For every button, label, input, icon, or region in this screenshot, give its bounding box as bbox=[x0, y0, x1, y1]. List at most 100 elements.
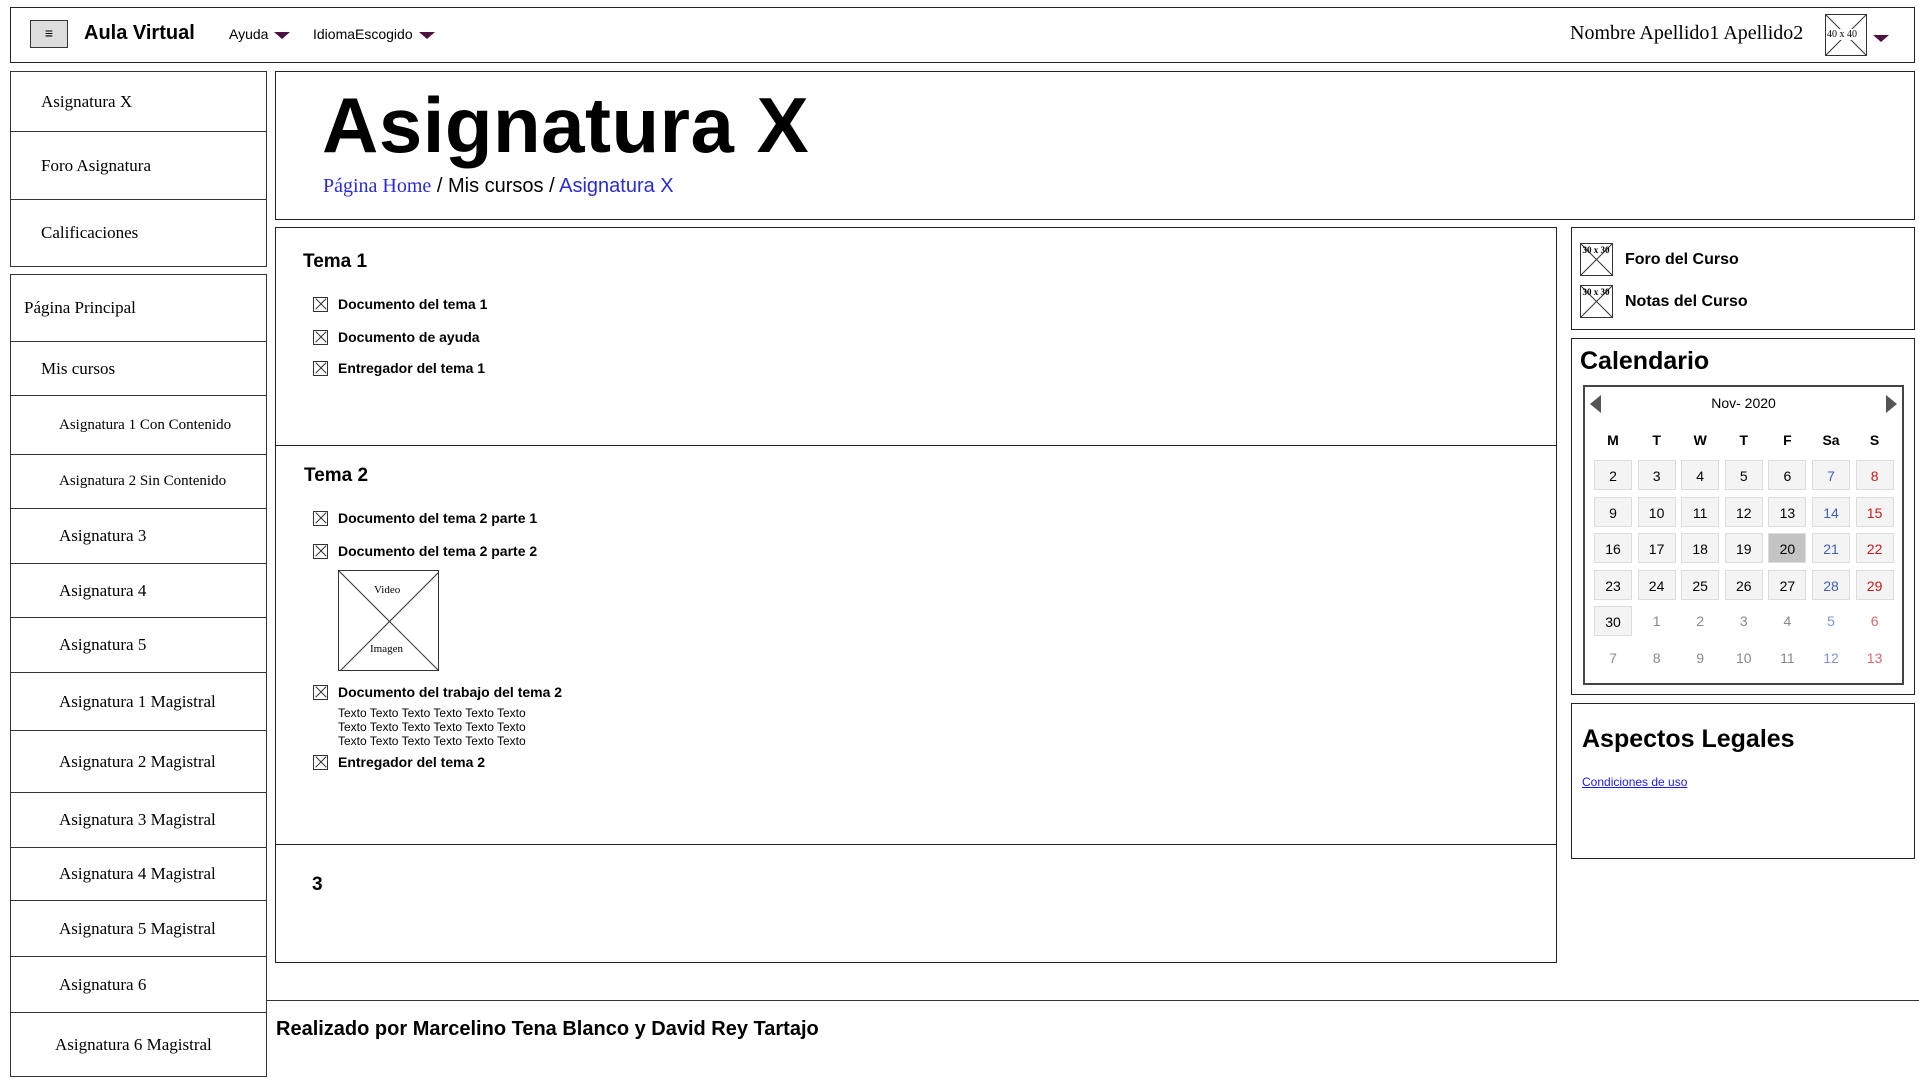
sidebar-course-item[interactable]: Asignatura 4 Magistral bbox=[10, 847, 267, 900]
calendar-day[interactable]: 3 bbox=[1637, 460, 1676, 490]
breadcrumb: Página Home / Mis cursos / Asignatura X bbox=[323, 175, 674, 198]
calendar-weekday: T bbox=[1652, 432, 1661, 448]
help-dropdown[interactable]: Ayuda bbox=[229, 26, 291, 42]
calendar-day[interactable]: 17 bbox=[1637, 533, 1676, 563]
link-label: Foro del Curso bbox=[1625, 250, 1739, 268]
calendar-day[interactable]: 19 bbox=[1724, 533, 1763, 563]
document-link[interactable]: Documento del tema 1 bbox=[313, 296, 487, 312]
document-link[interactable]: Documento del tema 2 parte 1 bbox=[313, 510, 537, 526]
sidebar-course-item[interactable]: Asignatura 3 Magistral bbox=[10, 792, 267, 847]
user-menu-toggle[interactable] bbox=[1873, 30, 1889, 48]
app-title[interactable]: Aula Virtual bbox=[84, 22, 195, 45]
sidebar-course-item[interactable]: Asignatura 2 Sin Contenido bbox=[10, 454, 267, 508]
calendar-weekday: Sa bbox=[1822, 432, 1840, 448]
terms-of-use-link[interactable]: Condiciones de uso bbox=[1582, 775, 1687, 789]
sidebar-course-item[interactable]: Asignatura 5 Magistral bbox=[10, 900, 267, 956]
document-link[interactable]: Documento del trabajo del tema 2 bbox=[313, 684, 562, 700]
calendar-day[interactable]: 8 bbox=[1638, 643, 1676, 673]
sidebar-course-item[interactable]: Asignatura 5 bbox=[10, 617, 267, 672]
user-name[interactable]: Nombre Apellido1 Apellido2 bbox=[1570, 22, 1803, 45]
calendar-day[interactable]: 23 bbox=[1594, 569, 1632, 600]
calendar-day[interactable]: 15 bbox=[1855, 496, 1894, 527]
page-title: Asignatura X bbox=[322, 81, 810, 169]
calendar-day[interactable]: 25 bbox=[1681, 569, 1720, 600]
calendar-day[interactable]: 16 bbox=[1594, 533, 1632, 563]
calendar-day[interactable]: 5 bbox=[1724, 460, 1763, 490]
sidebar-course-item[interactable]: Asignatura 1 Con Contenido bbox=[10, 395, 267, 454]
calendar-day[interactable]: 24 bbox=[1637, 569, 1676, 600]
language-dropdown[interactable]: IdiomaEscogido bbox=[313, 26, 435, 42]
sidebar-item-grades[interactable]: Calificaciones bbox=[10, 199, 267, 267]
sidebar-course-item[interactable]: Asignatura 2 Magistral bbox=[10, 730, 267, 792]
hamburger-menu-button[interactable]: ≡ bbox=[30, 20, 68, 48]
calendar-day[interactable]: 10 bbox=[1637, 496, 1676, 527]
sidebar-item-forum[interactable]: Foro Asignatura bbox=[10, 131, 267, 199]
breadcrumb-current-link[interactable]: Asignatura X bbox=[559, 175, 674, 197]
calendar-day[interactable]: 9 bbox=[1681, 643, 1719, 673]
calendar-day[interactable]: 14 bbox=[1812, 496, 1850, 527]
breadcrumb-home-link[interactable]: Página Home bbox=[323, 175, 431, 197]
image-label: Imagen bbox=[370, 643, 403, 655]
calendar-day[interactable]: 13 bbox=[1768, 496, 1807, 527]
sidebar-course-item[interactable]: Asignatura 6 bbox=[10, 956, 267, 1012]
image-placeholder-icon: 30 x 30 bbox=[1580, 243, 1613, 276]
sidebar-course-item[interactable]: Asignatura 6 Magistral bbox=[10, 1012, 267, 1077]
assignment-label: Entregador del tema 1 bbox=[338, 360, 486, 376]
calendar-day[interactable]: 10 bbox=[1725, 643, 1763, 673]
document-link[interactable]: Documento de ayuda bbox=[313, 329, 480, 345]
calendar-day[interactable]: 30 bbox=[1594, 606, 1632, 636]
calendar-day[interactable]: 5 bbox=[1812, 606, 1850, 636]
calendar-day[interactable]: 26 bbox=[1724, 569, 1763, 600]
course-grades-link[interactable]: 30 x 30 Notas del Curso bbox=[1580, 285, 1748, 318]
calendar-day[interactable]: 28 bbox=[1812, 569, 1850, 600]
sidebar-item-label: Asignatura 1 Magistral bbox=[59, 691, 216, 711]
calendar-day[interactable]: 18 bbox=[1681, 533, 1720, 563]
sidebar-item-course[interactable]: Asignatura X bbox=[10, 71, 267, 131]
footer-divider bbox=[267, 1000, 1919, 1001]
sidebar-item-label: Asignatura 4 bbox=[59, 580, 147, 600]
sidebar-course-item[interactable]: Asignatura 4 bbox=[10, 563, 267, 617]
course-forum-link[interactable]: 30 x 30 Foro del Curso bbox=[1580, 243, 1739, 276]
avatar[interactable]: 40 x 40 bbox=[1825, 14, 1867, 56]
calendar-day[interactable]: 22 bbox=[1855, 533, 1894, 563]
calendar-title: Calendario bbox=[1580, 347, 1710, 375]
calendar-day[interactable]: 12 bbox=[1812, 643, 1850, 673]
assignment-link[interactable]: Entregador del tema 2 bbox=[313, 754, 485, 770]
sidebar-item-main-page[interactable]: Página Principal bbox=[10, 274, 267, 341]
sidebar-course-item[interactable]: Asignatura 3 bbox=[10, 508, 267, 563]
calendar-day[interactable]: 7 bbox=[1594, 643, 1632, 673]
calendar-day[interactable]: 7 bbox=[1812, 460, 1850, 490]
calendar-day[interactable]: 1 bbox=[1638, 606, 1676, 636]
calendar-day[interactable]: 12 bbox=[1724, 496, 1763, 527]
calendar-day[interactable]: 6 bbox=[1768, 460, 1807, 490]
video-player[interactable]: Video Imagen bbox=[338, 570, 439, 671]
calendar-day[interactable]: 6 bbox=[1856, 606, 1894, 636]
calendar-day[interactable]: 2 bbox=[1681, 606, 1719, 636]
calendar-month: Nov- 2020 bbox=[1711, 395, 1776, 411]
calendar-day[interactable]: 21 bbox=[1812, 533, 1850, 563]
calendar-day[interactable]: 29 bbox=[1855, 569, 1894, 600]
calendar-day[interactable]: 4 bbox=[1681, 460, 1720, 490]
sidebar-course-item[interactable]: Asignatura 1 Magistral bbox=[10, 672, 267, 730]
document-label: Documento del tema 2 parte 2 bbox=[338, 543, 538, 559]
calendar-day[interactable]: 13 bbox=[1856, 643, 1894, 673]
calendar-day[interactable]: 3 bbox=[1725, 606, 1763, 636]
calendar-day[interactable]: 8 bbox=[1855, 460, 1894, 490]
image-placeholder-icon: 30 x 30 bbox=[1580, 285, 1613, 318]
calendar-day[interactable]: 27 bbox=[1768, 569, 1807, 600]
sidebar-item-label: Asignatura 1 Con Contenido bbox=[59, 416, 232, 433]
footer-credits: Realizado por Marcelino Tena Blanco y Da… bbox=[276, 1018, 819, 1040]
description-line: Texto Texto Texto Texto Texto Texto bbox=[338, 706, 526, 720]
calendar-next-icon[interactable] bbox=[1886, 395, 1897, 413]
calendar-day[interactable]: 4 bbox=[1768, 606, 1806, 636]
calendar-day[interactable]: 20 bbox=[1768, 533, 1807, 563]
document-link[interactable]: Documento del tema 2 parte 2 bbox=[313, 543, 537, 559]
assignment-link[interactable]: Entregador del tema 1 bbox=[313, 360, 485, 376]
calendar-day[interactable]: 2 bbox=[1594, 460, 1632, 490]
sidebar-item-my-courses[interactable]: Mis cursos bbox=[10, 341, 267, 395]
assignment-label: Entregador del tema 2 bbox=[338, 754, 486, 770]
calendar-day[interactable]: 11 bbox=[1768, 643, 1806, 673]
calendar-day[interactable]: 11 bbox=[1681, 496, 1720, 527]
chevron-down-icon bbox=[418, 31, 435, 39]
calendar-day[interactable]: 9 bbox=[1594, 496, 1632, 527]
